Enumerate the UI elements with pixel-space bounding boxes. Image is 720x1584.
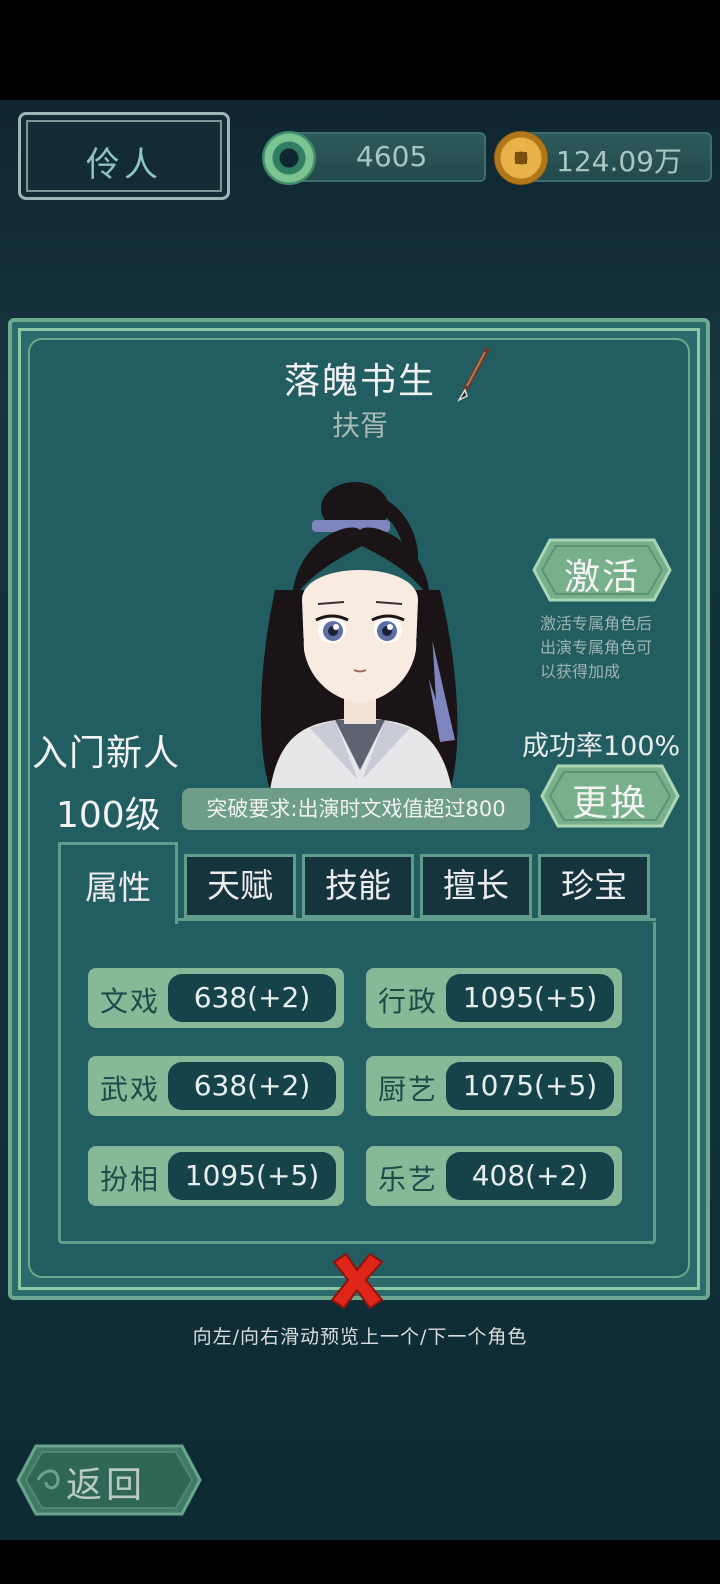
tab-divider bbox=[178, 918, 656, 921]
stat-wuxi: 武戏 638(+2) bbox=[88, 1056, 344, 1116]
stat-value: 1075(+5) bbox=[446, 1062, 614, 1110]
activate-label: 激活 bbox=[563, 557, 640, 598]
nav-bar-area bbox=[0, 1540, 720, 1584]
breakthrough-requirement: 突破要求:出演时文戏值超过800 bbox=[182, 788, 530, 830]
stat-yueyi: 乐艺 408(+2) bbox=[366, 1146, 622, 1206]
change-label: 更换 bbox=[571, 783, 648, 824]
copper-coin-icon bbox=[494, 131, 548, 185]
tab-treasure[interactable]: 珍宝 bbox=[538, 854, 650, 918]
role-label: 伶人 bbox=[86, 145, 162, 185]
activate-desc-line: 出演专属角色可 bbox=[540, 638, 653, 657]
level-label: 100级 bbox=[56, 795, 161, 836]
brush-icon bbox=[457, 347, 490, 402]
back-button[interactable]: 返回 bbox=[14, 1442, 204, 1518]
success-rate: 成功率100% bbox=[522, 731, 681, 762]
role-name-plate[interactable]: 伶人 bbox=[18, 112, 230, 200]
stat-label: 行政 bbox=[378, 985, 439, 1018]
stat-label: 文戏 bbox=[100, 985, 161, 1018]
close-icon[interactable] bbox=[326, 1250, 388, 1312]
stat-banxiang: 扮相 1095(+5) bbox=[88, 1146, 344, 1206]
jade-ring-icon bbox=[262, 131, 316, 185]
swipe-hint: 向左/向右滑动预览上一个/下一个角色 bbox=[192, 1326, 528, 1348]
character-portrait bbox=[260, 482, 458, 790]
status-bar-area bbox=[0, 0, 720, 100]
jade-amount: 4605 bbox=[356, 140, 428, 173]
character-name: 落魄书生 bbox=[283, 361, 436, 402]
tab-skills[interactable]: 技能 bbox=[302, 854, 414, 918]
coin-amount: 124.09万 bbox=[556, 145, 682, 178]
activate-desc-line: 以获得加成 bbox=[540, 662, 621, 681]
tab-attributes[interactable]: 属性 bbox=[58, 842, 178, 924]
change-button[interactable]: 更换 bbox=[540, 764, 680, 828]
stat-value: 638(+2) bbox=[168, 1062, 336, 1110]
stat-label: 扮相 bbox=[100, 1163, 161, 1196]
back-label: 返回 bbox=[66, 1465, 147, 1506]
coin-resource-bar: 124.09万 bbox=[522, 132, 712, 182]
stat-value: 638(+2) bbox=[168, 974, 336, 1022]
stat-xingzheng: 行政 1095(+5) bbox=[366, 968, 622, 1028]
tab-specialty[interactable]: 擅长 bbox=[420, 854, 532, 918]
screen: 伶人 4605 124.09万 落魄书生 扶胥 激活 激活专属角色后 出演专属角… bbox=[0, 0, 720, 1584]
stat-value: 1095(+5) bbox=[446, 974, 614, 1022]
stat-label: 厨艺 bbox=[378, 1073, 439, 1106]
stat-label: 乐艺 bbox=[378, 1163, 439, 1196]
stat-value: 1095(+5) bbox=[168, 1152, 336, 1200]
stat-value: 408(+2) bbox=[446, 1152, 614, 1200]
activate-button[interactable]: 激活 bbox=[532, 538, 672, 602]
activate-description: 激活专属角色后 出演专属角色可 以获得加成 bbox=[540, 612, 670, 684]
character-title: 扶胥 bbox=[331, 409, 388, 442]
rank-label: 入门新人 bbox=[32, 733, 181, 774]
jade-resource-bar: 4605 bbox=[290, 132, 486, 182]
stat-label: 武戏 bbox=[100, 1073, 161, 1106]
activate-desc-line: 激活专属角色后 bbox=[540, 614, 653, 633]
stat-wenxi: 文戏 638(+2) bbox=[88, 968, 344, 1028]
tab-talent[interactable]: 天赋 bbox=[184, 854, 296, 918]
stat-chuyi: 厨艺 1075(+5) bbox=[366, 1056, 622, 1116]
